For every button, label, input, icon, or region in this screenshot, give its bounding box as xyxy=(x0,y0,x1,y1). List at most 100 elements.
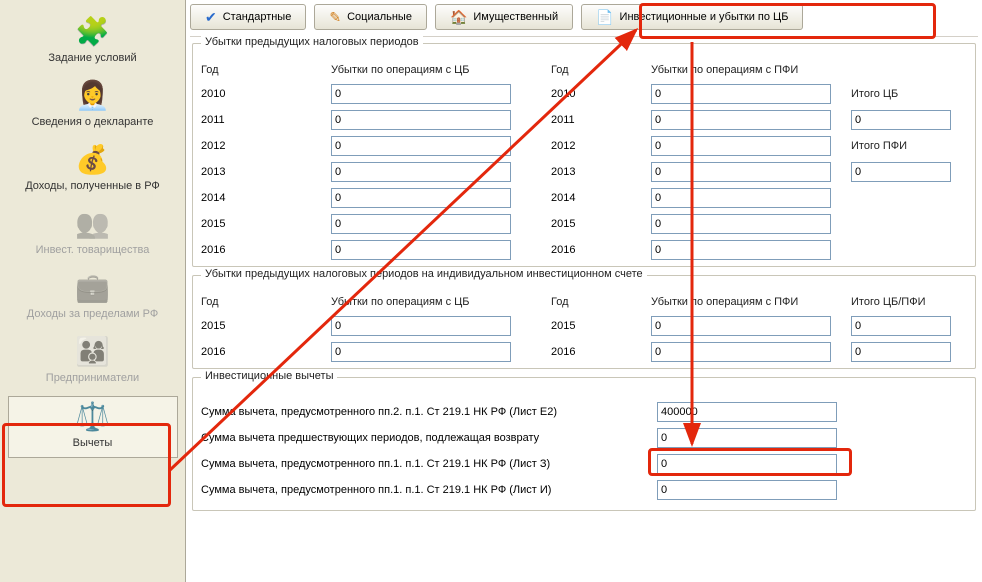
partnership-icon: 👥 xyxy=(75,210,110,238)
sidebar-item-entrepreneurs[interactable]: 👨‍👩‍👦 Предприниматели xyxy=(8,332,178,392)
year-label: 2013 xyxy=(201,166,331,178)
sidebar-item-income-rf[interactable]: 💰 Доходы, полученные в РФ xyxy=(8,140,178,200)
total-cb-label: Итого ЦБ xyxy=(851,86,961,102)
sidebar: 🧩 Задание условий 👩‍💼 Сведения о деклара… xyxy=(0,0,186,582)
year-label: 2015 xyxy=(201,320,331,332)
year-label: 2014 xyxy=(201,192,331,204)
tab-label: Социальные xyxy=(347,11,412,23)
deduction-line-label: Сумма вычета предшествующих периодов, по… xyxy=(201,432,651,444)
cb-input[interactable] xyxy=(331,188,511,208)
tab-property[interactable]: 🏠 Имущественный xyxy=(435,4,573,30)
sidebar-item-label: Доходы, полученные в РФ xyxy=(12,180,174,192)
col-year2: Год xyxy=(551,62,651,78)
group-icon: 👨‍👩‍👦 xyxy=(75,338,110,366)
pfi-input[interactable] xyxy=(651,214,831,234)
pfi-input[interactable] xyxy=(651,162,831,182)
deduction-line-label: Сумма вычета, предусмотренного пп.1. п.1… xyxy=(201,458,651,470)
tab-bar: ✔ Стандартные ✎ Социальные 🏠 Имущественн… xyxy=(190,2,978,37)
year-label: 2013 xyxy=(551,166,651,178)
pfi-input[interactable] xyxy=(651,240,831,260)
cb-input[interactable] xyxy=(331,136,511,156)
year-label: 2012 xyxy=(201,140,331,152)
col-cb: Убытки по операциям с ЦБ xyxy=(331,294,551,310)
year-label: 2015 xyxy=(551,320,651,332)
pfi-input[interactable] xyxy=(651,136,831,156)
deduction-line-label: Сумма вычета, предусмотренного пп.1. п.1… xyxy=(201,484,651,496)
sidebar-item-label: Доходы за пределами РФ xyxy=(12,308,174,320)
year-label: 2012 xyxy=(551,140,651,152)
deduction-line-label: Сумма вычета, предусмотренного пп.2. п.1… xyxy=(201,406,651,418)
sidebar-item-label: Предприниматели xyxy=(12,372,174,384)
sidebar-item-label: Инвест. товарищества xyxy=(12,244,174,256)
sidebar-item-declarant[interactable]: 👩‍💼 Сведения о декларанте xyxy=(8,76,178,136)
year-label: 2015 xyxy=(551,218,651,230)
year-label: 2011 xyxy=(551,114,651,126)
tab-label: Имущественный xyxy=(473,11,558,23)
group-prev-losses: Убытки предыдущих налоговых периодов Год… xyxy=(192,43,976,267)
person-icon: 👩‍💼 xyxy=(75,82,110,110)
cb-input[interactable] xyxy=(331,240,511,260)
year-label: 2010 xyxy=(201,88,331,100)
cb-input[interactable] xyxy=(331,214,511,234)
group-iis-losses: Убытки предыдущих налоговых периодов на … xyxy=(192,275,976,369)
cb-input[interactable] xyxy=(331,342,511,362)
pfi-input[interactable] xyxy=(651,110,831,130)
cb-input[interactable] xyxy=(331,110,511,130)
col-total: Итого ЦБ/ПФИ xyxy=(851,294,961,310)
sidebar-item-label: Вычеты xyxy=(13,437,173,449)
col-cb: Убытки по операциям с ЦБ xyxy=(331,62,551,78)
pfi-input[interactable] xyxy=(651,188,831,208)
year-label: 2015 xyxy=(201,218,331,230)
col-pfi: Убытки по операциям с ПФИ xyxy=(651,294,851,310)
sidebar-item-conditions[interactable]: 🧩 Задание условий xyxy=(8,12,178,72)
deduction-input-i[interactable] xyxy=(657,480,837,500)
col-year: Год xyxy=(201,294,331,310)
bag-icon: 💼 xyxy=(75,274,110,302)
total-cb-input[interactable] xyxy=(851,110,951,130)
cb-input[interactable] xyxy=(331,316,511,336)
year-label: 2014 xyxy=(551,192,651,204)
col-year2: Год xyxy=(551,294,651,310)
tab-invest[interactable]: 📄 Инвестиционные и убытки по ЦБ xyxy=(581,4,803,30)
pfi-input[interactable] xyxy=(651,316,831,336)
sidebar-item-invest-partnership[interactable]: 👥 Инвест. товарищества xyxy=(8,204,178,264)
sidebar-item-label: Задание условий xyxy=(12,52,174,64)
sidebar-item-label: Сведения о декларанте xyxy=(12,116,174,128)
group-invest-deductions: Инвестиционные вычеты Сумма вычета, пред… xyxy=(192,377,976,511)
tab-label: Инвестиционные и убытки по ЦБ xyxy=(620,11,789,23)
check-icon: ✔ xyxy=(205,9,217,26)
sidebar-item-deductions[interactable]: ⚖️ Вычеты xyxy=(8,396,178,458)
coins-icon: 💰 xyxy=(75,146,110,174)
year-label: 2010 xyxy=(551,88,651,100)
sidebar-item-income-abroad[interactable]: 💼 Доходы за пределами РФ xyxy=(8,268,178,328)
year-label: 2016 xyxy=(551,346,651,358)
cb-input[interactable] xyxy=(331,84,511,104)
deduction-input-e2[interactable] xyxy=(657,402,837,422)
tab-label: Стандартные xyxy=(223,11,292,23)
deduction-input-prev[interactable] xyxy=(657,428,837,448)
total-pfi-label: Итого ПФИ xyxy=(851,138,961,154)
cb-input[interactable] xyxy=(331,162,511,182)
col-pfi: Убытки по операциям с ПФИ xyxy=(651,62,851,78)
group-title: Убытки предыдущих налоговых периодов xyxy=(201,36,423,48)
pfi-input[interactable] xyxy=(651,84,831,104)
year-label: 2011 xyxy=(201,114,331,126)
edit-icon: ✎ xyxy=(329,9,341,26)
year-label: 2016 xyxy=(201,244,331,256)
group-title: Убытки предыдущих налоговых периодов на … xyxy=(201,268,647,280)
total-pfi-input[interactable] xyxy=(851,162,951,182)
deductions-icon: ⚖️ xyxy=(75,403,110,431)
tab-standard[interactable]: ✔ Стандартные xyxy=(190,4,306,30)
house-icon: 🏠 xyxy=(450,9,467,26)
deduction-input-z[interactable] xyxy=(657,454,837,474)
year-label: 2016 xyxy=(551,244,651,256)
conditions-icon: 🧩 xyxy=(75,18,110,46)
pfi-input[interactable] xyxy=(651,342,831,362)
total-input[interactable] xyxy=(851,316,951,336)
col-year: Год xyxy=(201,62,331,78)
year-label: 2016 xyxy=(201,346,331,358)
document-icon: 📄 xyxy=(596,9,613,26)
total-input[interactable] xyxy=(851,342,951,362)
group-title: Инвестиционные вычеты xyxy=(201,370,337,382)
tab-social[interactable]: ✎ Социальные xyxy=(314,4,427,30)
